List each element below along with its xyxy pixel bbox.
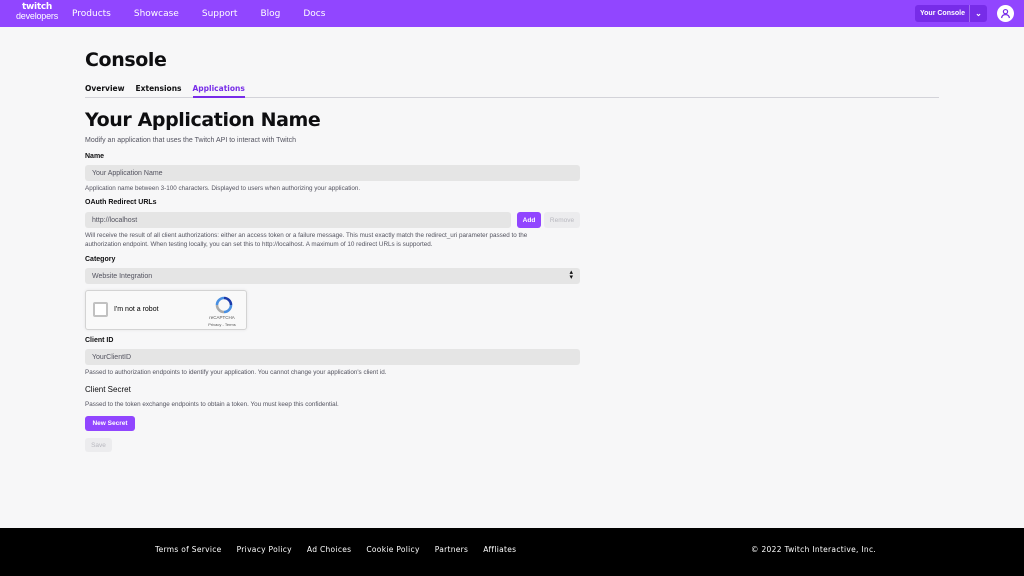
recaptcha-label: I'm not a robot — [114, 306, 159, 313]
footer-link-privacy[interactable]: Privacy Policy — [237, 545, 292, 554]
application-description: Modify an application that uses the Twit… — [85, 137, 297, 144]
oauth-help-line2: authorization endpoint. When testing loc… — [85, 241, 433, 248]
tab-overview[interactable]: Overview — [85, 84, 125, 98]
category-label: Category — [85, 256, 116, 263]
footer: Terms of Service Privacy Policy Ad Choic… — [0, 528, 1024, 576]
nav-docs[interactable]: Docs — [303, 9, 325, 19]
nav-blog[interactable]: Blog — [260, 9, 280, 19]
name-input[interactable]: Your Application Name — [85, 165, 580, 181]
save-button[interactable]: Save — [85, 438, 112, 452]
nav-support[interactable]: Support — [202, 9, 238, 19]
tab-applications[interactable]: Applications — [192, 84, 245, 98]
your-console-button[interactable]: Your Console ⌄ — [915, 5, 987, 22]
oauth-help: Will receive the result of all client au… — [85, 231, 527, 249]
client-secret-help: Passed to the token exchange endpoints t… — [85, 401, 339, 408]
add-url-button[interactable]: Add — [517, 212, 541, 228]
recaptcha-checkbox[interactable] — [93, 302, 108, 317]
new-secret-button[interactable]: New Secret — [85, 416, 135, 431]
oauth-redirect-input[interactable]: http://localhost — [85, 212, 511, 228]
chevron-down-icon[interactable]: ⌄ — [969, 5, 987, 22]
client-secret-label: Client Secret — [85, 385, 131, 394]
category-select[interactable]: Website Integration ▴ ▾ — [85, 268, 580, 284]
main-nav: Products Showcase Support Blog Docs — [72, 0, 348, 27]
category-value: Website Integration — [92, 272, 153, 280]
name-help: Application name between 3-100 character… — [85, 185, 361, 192]
page-title: Console — [85, 49, 167, 71]
your-console-label: Your Console — [920, 10, 965, 17]
recaptcha-brand: reCAPTCHA — [209, 315, 235, 320]
user-icon — [1001, 8, 1010, 19]
footer-links: Terms of Service Privacy Policy Ad Choic… — [155, 545, 531, 554]
tab-extensions[interactable]: Extensions — [136, 84, 182, 98]
recaptcha-widget: I'm not a robot reCAPTCHA Privacy - Term… — [85, 290, 247, 330]
client-id-input[interactable]: YourClientID — [85, 349, 580, 365]
application-title: Your Application Name — [85, 109, 321, 131]
copyright: © 2022 Twitch Interactive, Inc. — [751, 545, 877, 554]
footer-link-cookie-policy[interactable]: Cookie Policy — [366, 545, 419, 554]
footer-link-affiliates[interactable]: Affliates — [483, 545, 516, 554]
footer-link-partners[interactable]: Partners — [435, 545, 469, 554]
footer-link-terms[interactable]: Terms of Service — [155, 545, 222, 554]
select-arrows-icon: ▴ ▾ — [569, 269, 573, 281]
client-id-label: Client ID — [85, 337, 114, 344]
name-label: Name — [85, 153, 105, 160]
oauth-label: OAuth Redirect URLs — [85, 199, 157, 206]
oauth-help-line1: Will receive the result of all client au… — [85, 232, 528, 239]
recaptcha-privacy-terms[interactable]: Privacy - Terms — [204, 322, 240, 327]
logo-line2: developers — [15, 11, 59, 21]
twitch-developers-logo[interactable]: twitch developers — [15, 3, 59, 21]
footer-link-ad-choices[interactable]: Ad Choices — [307, 545, 351, 554]
remove-url-button[interactable]: Remove — [544, 212, 580, 228]
client-id-help: Passed to authorization endpoints to ide… — [85, 369, 387, 376]
nav-products[interactable]: Products — [72, 9, 111, 19]
nav-showcase[interactable]: Showcase — [134, 9, 179, 19]
console-tabs: Overview Extensions Applications — [85, 84, 939, 98]
top-nav-bar: twitch developers Products Showcase Supp… — [0, 0, 1024, 27]
user-avatar-icon[interactable] — [997, 5, 1014, 22]
recaptcha-logo-icon — [215, 296, 233, 314]
